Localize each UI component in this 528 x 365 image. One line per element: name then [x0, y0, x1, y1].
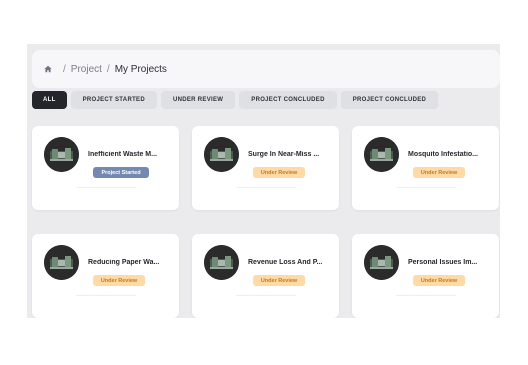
project-card[interactable]: Reducing Paper Wa... Under Review	[32, 234, 179, 318]
breadcrumb-current: My Projects	[114, 63, 167, 75]
project-thumbnail	[204, 137, 239, 172]
project-card[interactable]: Inefficient Waste M... Project Started	[32, 126, 179, 210]
project-card[interactable]: Personal Issues Im... Under Review	[352, 234, 499, 318]
filter-all[interactable]: ALL	[32, 91, 67, 109]
project-card[interactable]: Surge In Near-Miss ... Under Review	[192, 126, 339, 210]
project-title: Surge In Near-Miss ...	[248, 151, 320, 158]
project-card[interactable]: Revenue Loss And P... Under Review	[192, 234, 339, 318]
divider	[236, 295, 296, 296]
home-icon[interactable]	[44, 65, 52, 73]
filter-project-concluded-2[interactable]: PROJECT CONCLUDED	[340, 91, 439, 109]
filter-project-concluded[interactable]: PROJECT CONCLUDED	[239, 91, 337, 109]
status-badge: Under Review	[93, 275, 145, 286]
status-badge: Project Started	[93, 167, 149, 178]
breadcrumb-separator: /	[106, 63, 110, 75]
status-badge: Under Review	[253, 167, 305, 178]
project-thumbnail	[204, 245, 239, 280]
filter-project-started[interactable]: PROJECT STARTED	[70, 91, 157, 109]
project-title: Mosquito Infestatio...	[408, 151, 478, 158]
project-card[interactable]: Mosquito Infestatio... Under Review	[352, 126, 499, 210]
filter-tabs: ALL PROJECT STARTED UNDER REVIEW PROJECT…	[32, 91, 439, 109]
project-title: Revenue Loss And P...	[248, 259, 323, 266]
project-title: Personal Issues Im...	[408, 259, 478, 266]
breadcrumb: / Project / My Projects	[32, 50, 500, 88]
filter-under-review[interactable]: UNDER REVIEW	[160, 91, 236, 109]
project-title: Reducing Paper Wa...	[88, 259, 160, 266]
project-thumbnail	[44, 137, 79, 172]
project-thumbnail	[364, 245, 399, 280]
divider	[76, 295, 136, 296]
divider	[396, 295, 456, 296]
status-badge: Under Review	[413, 167, 465, 178]
breadcrumb-project[interactable]: Project	[71, 64, 102, 75]
project-thumbnail	[364, 137, 399, 172]
page-content: / Project / My Projects ALL PROJECT STAR…	[27, 44, 500, 318]
divider	[236, 187, 296, 188]
project-title: Inefficient Waste M...	[88, 151, 157, 158]
breadcrumb-separator: /	[63, 63, 66, 75]
status-badge: Under Review	[253, 275, 305, 286]
divider	[396, 187, 456, 188]
status-badge: Under Review	[413, 275, 465, 286]
divider	[76, 187, 136, 188]
project-thumbnail	[44, 245, 79, 280]
